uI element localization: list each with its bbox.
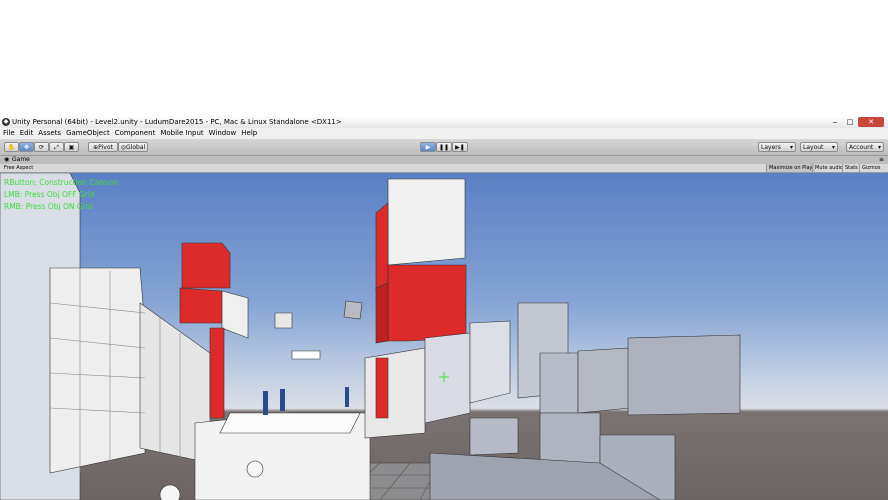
rotate-tool-icon[interactable]: ⟳ — [34, 142, 49, 152]
layout-label: Layout — [803, 144, 824, 151]
game-viewport[interactable]: RButton: Construction Cannon LMB: Press … — [0, 173, 888, 500]
rect-tool-icon[interactable]: ▣ — [64, 142, 79, 152]
chevron-down-icon: ▾ — [831, 144, 835, 151]
mute-audio-toggle[interactable]: Mute audio — [812, 164, 845, 172]
pivot-label: Pivot — [98, 144, 113, 151]
red-cube-shade — [375, 282, 389, 344]
distant-rail — [291, 350, 321, 360]
layout-dropdown[interactable]: Layout ▾ — [800, 142, 838, 152]
maximize-button[interactable]: □ — [843, 117, 857, 127]
white-sphere — [246, 460, 264, 478]
title-bar: ◆ Unity Personal (64bit) - Level2.unity … — [0, 116, 888, 128]
menu-edit[interactable]: Edit — [17, 128, 36, 139]
instruction-line: RButton: Construction Cannon — [4, 178, 119, 187]
instruction-line: RMB: Press Obj ON Grid — [4, 202, 93, 211]
block-wall — [364, 347, 426, 439]
hand-tool-icon[interactable]: ✋ — [4, 142, 19, 152]
pause-button[interactable]: ❚❚ — [436, 142, 452, 152]
menu-window[interactable]: Window — [206, 128, 239, 139]
floating-cube — [343, 300, 363, 320]
red-cube-side — [375, 202, 389, 292]
near-cube — [469, 417, 519, 456]
stats-toggle[interactable]: Stats — [842, 164, 860, 172]
red-pillar — [209, 327, 225, 419]
window-title: Unity Personal (64bit) - Level2.unity - … — [12, 118, 342, 126]
close-button[interactable]: ✕ — [858, 117, 884, 127]
menu-gameobject[interactable]: GameObject — [63, 128, 112, 139]
menu-file[interactable]: File — [0, 128, 17, 139]
scale-tool-icon[interactable]: ⤢ — [49, 142, 64, 152]
game-tab-bar: ◉ Game ≡ — [0, 156, 888, 164]
toolbar: ✋ ✥ ⟳ ⤢ ▣ ⊕Pivot ◎Global ▶ ❚❚ ▶❚ Layers ▾… — [0, 139, 888, 156]
global-toggle[interactable]: ◎Global — [118, 142, 148, 152]
menu-assets[interactable]: Assets — [35, 128, 63, 139]
right-cube — [539, 352, 579, 414]
white-cube-top — [387, 178, 466, 266]
account-label: Account — [849, 144, 874, 151]
pivot-toggle[interactable]: ⊕Pivot — [88, 142, 118, 152]
left-block-column — [49, 267, 146, 474]
maximize-on-play-toggle[interactable]: Maximize on Play — [766, 164, 815, 172]
red-cube — [179, 287, 223, 324]
play-button[interactable]: ▶ — [420, 142, 436, 152]
block-stack — [469, 320, 511, 404]
step-button[interactable]: ▶❚ — [452, 142, 468, 152]
unity-editor-window: ◆ Unity Personal (64bit) - Level2.unity … — [0, 116, 888, 500]
floating-cube — [274, 312, 293, 329]
instruction-line: LMB: Press Obj OFF Grid — [4, 190, 95, 199]
menu-bar: File Edit Assets GameObject Component Mobile … — [0, 128, 888, 139]
chevron-down-icon: ▾ — [789, 144, 793, 151]
right-cube — [627, 334, 741, 416]
gizmos-toggle[interactable]: Gizmos — [859, 164, 882, 172]
red-cube — [181, 242, 231, 289]
move-tool-icon[interactable]: ✥ — [19, 142, 34, 152]
unity-logo-icon: ◆ — [2, 118, 10, 126]
platform-top — [219, 412, 361, 434]
menu-help[interactable]: Help — [238, 128, 259, 139]
tab-menu-icon[interactable]: ≡ — [879, 156, 884, 164]
menu-component[interactable]: Component — [112, 128, 158, 139]
character-figures — [263, 387, 349, 415]
red-pillar — [375, 357, 389, 419]
account-dropdown[interactable]: Account ▾ — [846, 142, 884, 152]
instructions-overlay: RButton: Construction Cannon LMB: Press … — [4, 177, 118, 213]
minimize-button[interactable]: ‒ — [828, 117, 842, 127]
layers-label: Layers — [761, 144, 781, 151]
game-scene — [0, 173, 741, 500]
tab-game[interactable]: Game — [12, 156, 30, 164]
white-cube — [221, 290, 249, 339]
game-view-toolbar: Free Aspect Maximize on Play Mute audio … — [0, 164, 888, 173]
block-stack — [424, 332, 471, 424]
game-tab-icon: ◉ — [4, 156, 10, 163]
layers-dropdown[interactable]: Layers ▾ — [758, 142, 796, 152]
red-cube-center — [387, 264, 467, 342]
menu-mobile-input[interactable]: Mobile Input — [157, 128, 205, 139]
right-cube — [577, 347, 631, 414]
global-label: Global — [126, 144, 146, 151]
aspect-dropdown[interactable]: Free Aspect — [4, 164, 33, 172]
white-sphere — [159, 484, 181, 500]
chevron-down-icon: ▾ — [877, 144, 881, 151]
